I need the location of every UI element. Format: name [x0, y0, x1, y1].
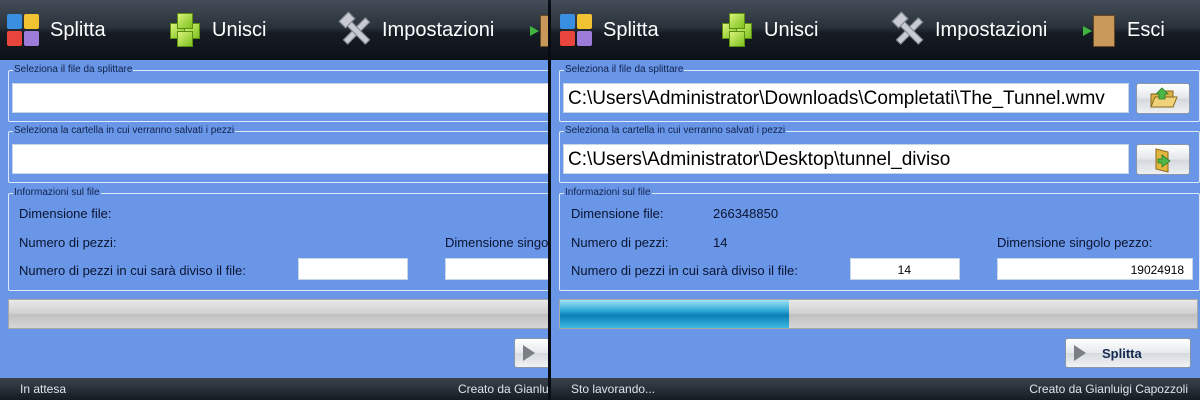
status-bar: Sto lavorando... Creato da Gianluigi Cap…: [551, 378, 1200, 400]
divide-count-field[interactable]: 14: [850, 258, 960, 280]
grid-icon: [559, 13, 593, 47]
cubes-icon: [720, 13, 754, 47]
divide-count-label: Numero di pezzi in cui sarà diviso il fi…: [19, 263, 246, 278]
file-size-label: Dimensione file:: [571, 206, 664, 221]
credit-text: Creato da Gianluigi Capozzoli: [1029, 382, 1188, 396]
splitta-label: Splitta: [50, 18, 106, 41]
grid-icon: [6, 13, 40, 47]
splitta-label: Splitta: [603, 18, 659, 41]
toolbar: Splitta Unisci Impostazioni: [0, 0, 548, 60]
splitta-action-button[interactable]: Splitta: [1065, 338, 1191, 368]
window-right: Splitta Unisci Impostazioni Esci Selezio…: [551, 0, 1200, 400]
file-path-field[interactable]: [12, 83, 548, 113]
exit-door-icon: [530, 13, 548, 47]
info-group: Informazioni sul file Dimensione file: 2…: [559, 187, 1200, 291]
divide-count-label: Numero di pezzi in cui sarà diviso il fi…: [571, 263, 798, 278]
esci-label: Esci: [1127, 18, 1165, 41]
info-group-title: Informazioni sul file: [13, 187, 101, 198]
divide-count-field[interactable]: [298, 258, 408, 280]
unisci-label: Unisci: [212, 18, 267, 41]
impostazioni-label: Impostazioni: [935, 18, 1048, 41]
progress-bar: [8, 299, 548, 329]
file-size-label: Dimensione file:: [19, 206, 112, 221]
file-group-title: Seleziona il file da splittare: [564, 64, 685, 75]
splitta-menu-button[interactable]: Splitta: [6, 0, 106, 60]
unisci-menu-button[interactable]: Unisci: [720, 0, 818, 60]
tools-icon: [338, 11, 372, 47]
unisci-menu-button[interactable]: Unisci: [168, 0, 266, 60]
file-size-value: 266348850: [713, 206, 779, 221]
toolbar: Splitta Unisci Impostazioni: [551, 0, 1200, 60]
pieces-value: 14: [713, 235, 728, 250]
impostazioni-menu-button[interactable]: Impostazioni: [891, 0, 1047, 60]
status-bar: In attesa Creato da Gianluigi Capozzoli: [0, 378, 548, 400]
status-text: In attesa: [20, 382, 67, 396]
piece-size-label: Dimensione singolo pezzo:: [445, 235, 548, 250]
open-folder-icon: [1150, 86, 1178, 107]
unisci-label: Unisci: [764, 18, 819, 41]
pieces-label: Numero di pezzi:: [571, 235, 669, 250]
info-group-title: Informazioni sul file: [564, 187, 652, 198]
folder-path-field[interactable]: C:\Users\Administrator\Desktop\tunnel_di…: [563, 144, 1129, 174]
impostazioni-label: Impostazioni: [382, 18, 495, 41]
window-left: Splitta Unisci Impostazioni Seleziona il…: [0, 0, 548, 400]
file-path-field[interactable]: C:\Users\Administrator\Downloads\Complet…: [563, 83, 1129, 113]
folder-group: Seleziona la cartella in cui verranno sa…: [559, 125, 1200, 183]
folder-arrow-icon: [1155, 147, 1171, 173]
status-text: Sto lavorando...: [571, 382, 656, 396]
browse-file-button[interactable]: [1136, 83, 1190, 114]
folder-group-title: Seleziona la cartella in cui verranno sa…: [13, 125, 236, 136]
esci-menu-button[interactable]: Esci: [530, 0, 548, 60]
credit-text: Creato da Gianluigi Capozzoli: [458, 382, 548, 396]
folder-group-title: Seleziona la cartella in cui verranno sa…: [564, 125, 787, 136]
impostazioni-menu-button[interactable]: Impostazioni: [338, 0, 494, 60]
exit-door-icon: [1083, 13, 1117, 47]
play-icon: [523, 345, 535, 361]
file-group: Seleziona il file da splittare: [8, 64, 548, 122]
file-group-title: Seleziona il file da splittare: [13, 64, 134, 75]
splitta-action-label: Splitta: [1102, 345, 1142, 361]
esci-menu-button[interactable]: Esci: [1083, 0, 1165, 60]
progress-bar: [559, 299, 1198, 329]
piece-size-field[interactable]: 19024918: [997, 258, 1193, 280]
splitta-menu-button[interactable]: Splitta: [559, 0, 659, 60]
info-group: Informazioni sul file Dimensione file: N…: [8, 187, 548, 291]
cubes-icon: [168, 13, 202, 47]
progress-fill: [560, 300, 790, 328]
tools-icon: [891, 11, 925, 47]
splitta-action-button[interactable]: [514, 338, 548, 368]
file-group: Seleziona il file da splittare C:\Users\…: [559, 64, 1200, 122]
piece-size-field[interactable]: [445, 258, 548, 280]
pieces-label: Numero di pezzi:: [19, 235, 117, 250]
play-icon: [1074, 345, 1086, 361]
folder-group: Seleziona la cartella in cui verranno sa…: [8, 125, 548, 183]
browse-folder-button[interactable]: [1136, 144, 1190, 175]
piece-size-label: Dimensione singolo pezzo:: [997, 235, 1153, 250]
folder-path-field[interactable]: [12, 144, 548, 174]
